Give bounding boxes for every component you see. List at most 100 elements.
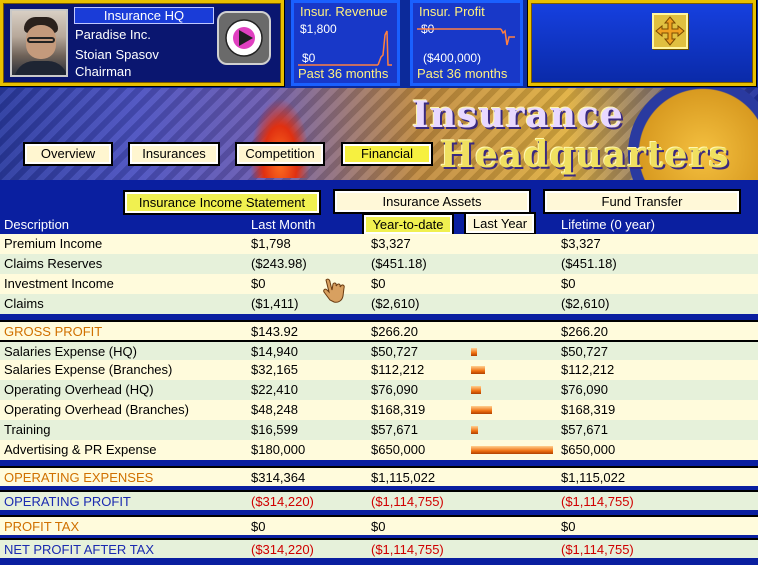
tab-overview[interactable]: Overview [23, 142, 113, 166]
last-month-value: $0 [251, 276, 266, 291]
table-row: NET PROFIT AFTER TAX ($314,220) ($1,114,75… [0, 538, 758, 558]
year-to-date-value: $650,000 [371, 442, 426, 457]
year-to-date-value: ($1,114,755) [371, 494, 444, 509]
banner-title-line1: Insurance [412, 94, 624, 136]
profit-sparkline [417, 28, 515, 46]
person-role: Chairman [75, 64, 132, 79]
last-month-value: ($314,220) [251, 494, 314, 509]
lifetime-value: $266.20 [561, 324, 608, 339]
row-label: OPERATING PROFIT [4, 494, 131, 509]
revenue-sparkline [298, 30, 392, 66]
table-row: GROSS PROFIT $143.92 $266.20 $266.20 [0, 320, 758, 340]
year-to-date-value: $57,671 [371, 422, 418, 437]
revenue-graph-title: Insur. Revenue [300, 4, 388, 19]
row-label: OPERATING EXPENSES [4, 470, 154, 485]
headquarters-banner: Insurance Headquarters Overview Insuranc… [0, 88, 758, 180]
row-label: Advertising & PR Expense [4, 442, 157, 457]
last-year-button[interactable]: Last Year [464, 212, 536, 235]
income-statement-button[interactable]: Insurance Income Statement [123, 190, 321, 215]
financial-report: Insurance Income Statement Insurance Ass… [0, 180, 758, 565]
expense-share-bar [471, 426, 478, 434]
lifetime-value: $76,090 [561, 382, 608, 397]
year-to-date-value: $0 [371, 519, 386, 534]
lifetime-value: $0 [561, 276, 576, 291]
year-to-date-value: $50,727 [371, 344, 418, 359]
lifetime-value: $112,212 [561, 362, 615, 377]
tab-insurances[interactable]: Insurances [128, 142, 220, 166]
year-to-date-value: $1,115,022 [371, 470, 436, 485]
lifetime-value: $650,000 [561, 442, 616, 457]
tab-financial[interactable]: Financial [341, 142, 433, 166]
table-row: OPERATING EXPENSES $314,364 $1,115,022 $1,1… [0, 466, 758, 486]
table-row: Training $16,599 $57,671 $57,671 [0, 420, 758, 440]
row-label: Training [4, 422, 51, 437]
last-month-value: $22,410 [251, 382, 298, 397]
tab-competition[interactable]: Competition [235, 142, 325, 166]
last-month-value: $32,165 [251, 362, 298, 377]
year-to-date-value: $168,319 [371, 402, 426, 417]
year-to-date-value: ($451.18) [371, 256, 427, 271]
row-label: Claims [4, 296, 44, 311]
company-name: Paradise Inc. [75, 27, 151, 42]
lifetime-value: $1,115,022 [561, 470, 626, 485]
last-month-value: ($243.98) [251, 256, 307, 271]
company-panel: Insurance HQ Paradise Inc. Stoian Spasov… [0, 0, 284, 86]
expense-share-bar [471, 386, 481, 394]
row-label: Operating Overhead (HQ) [4, 382, 154, 397]
row-label: Salaries Expense (Branches) [4, 362, 173, 377]
expense-share-bar [471, 446, 553, 454]
table-row: Salaries Expense (Branches) $32,165 $112,2… [0, 360, 758, 380]
fund-transfer-button[interactable]: Fund Transfer [543, 189, 741, 214]
row-label: Operating Overhead (Branches) [4, 402, 189, 417]
table-row: Premium Income $1,798 $3,327 $3,327 [0, 234, 758, 254]
table-row: Claims Reserves ($243.98) ($451.18) ($451.1… [0, 254, 758, 274]
navigation-panel [528, 0, 756, 86]
row-label: PROFIT TAX [4, 519, 80, 534]
four-arrows-icon[interactable] [652, 13, 688, 49]
insurance-assets-button[interactable]: Insurance Assets [333, 189, 531, 214]
table-row: Salaries Expense (HQ) $14,940 $50,727 $50,7… [0, 340, 758, 360]
last-month-value: $143.92 [251, 324, 298, 339]
last-month-value: $16,599 [251, 422, 298, 437]
row-label: Investment Income [4, 276, 114, 291]
row-label: NET PROFIT AFTER TAX [4, 542, 155, 557]
lifetime-value: ($451.18) [561, 256, 617, 271]
table-row: Operating Overhead (Branches) $48,248 $168… [0, 400, 758, 420]
table-row: PROFIT TAX $0 $0 $0 [0, 515, 758, 535]
year-to-date-value: $76,090 [371, 382, 418, 397]
last-month-value: ($1,411) [251, 296, 299, 311]
lifetime-value: $57,671 [561, 422, 608, 437]
chairman-portrait[interactable] [10, 9, 68, 77]
expense-share-bar [471, 406, 492, 414]
company-logo-icon [225, 19, 263, 57]
revenue-graph-panel[interactable]: Insur. Revenue $1,800 $0 Past 36 months [291, 0, 400, 86]
top-hud: Insurance HQ Paradise Inc. Stoian Spasov… [0, 0, 758, 88]
year-to-date-value: $0 [371, 276, 386, 291]
hand-cursor-icon [323, 278, 345, 303]
last-month-value: ($314,220) [251, 542, 314, 557]
row-label: Claims Reserves [4, 256, 103, 271]
hq-title: Insurance HQ [74, 7, 214, 24]
lifetime-value: ($1,114,755) [561, 542, 634, 557]
lifetime-value: ($2,610) [561, 296, 610, 311]
year-to-date-value: ($2,610) [371, 296, 420, 311]
row-label: GROSS PROFIT [4, 324, 103, 339]
person-name: Stoian Spasov [75, 47, 159, 62]
profit-graph-footer: Past 36 months [417, 66, 508, 81]
year-to-date-button[interactable]: Year-to-date [362, 213, 454, 236]
year-to-date-value: ($1,114,755) [371, 542, 444, 557]
table-row: Investment Income $0 $0 $0 [0, 274, 758, 294]
column-lifetime: Lifetime (0 year) [561, 217, 655, 232]
expense-share-bar [471, 366, 485, 374]
profit-graph-panel[interactable]: Insur. Profit $0 ($400,000) Past 36 mont… [410, 0, 523, 86]
table-row: Operating Overhead (HQ) $22,410 $76,090 $76… [0, 380, 758, 400]
last-month-value: $1,798 [251, 236, 291, 251]
lifetime-value: $168,319 [561, 402, 616, 417]
expense-share-bar [471, 348, 477, 356]
year-to-date-value: $3,327 [371, 236, 411, 251]
revenue-graph-footer: Past 36 months [298, 66, 389, 81]
company-logo[interactable] [217, 11, 271, 65]
profit-graph-title: Insur. Profit [419, 4, 485, 19]
last-month-value: $14,940 [251, 344, 298, 359]
last-month-value: $314,364 [251, 470, 306, 485]
